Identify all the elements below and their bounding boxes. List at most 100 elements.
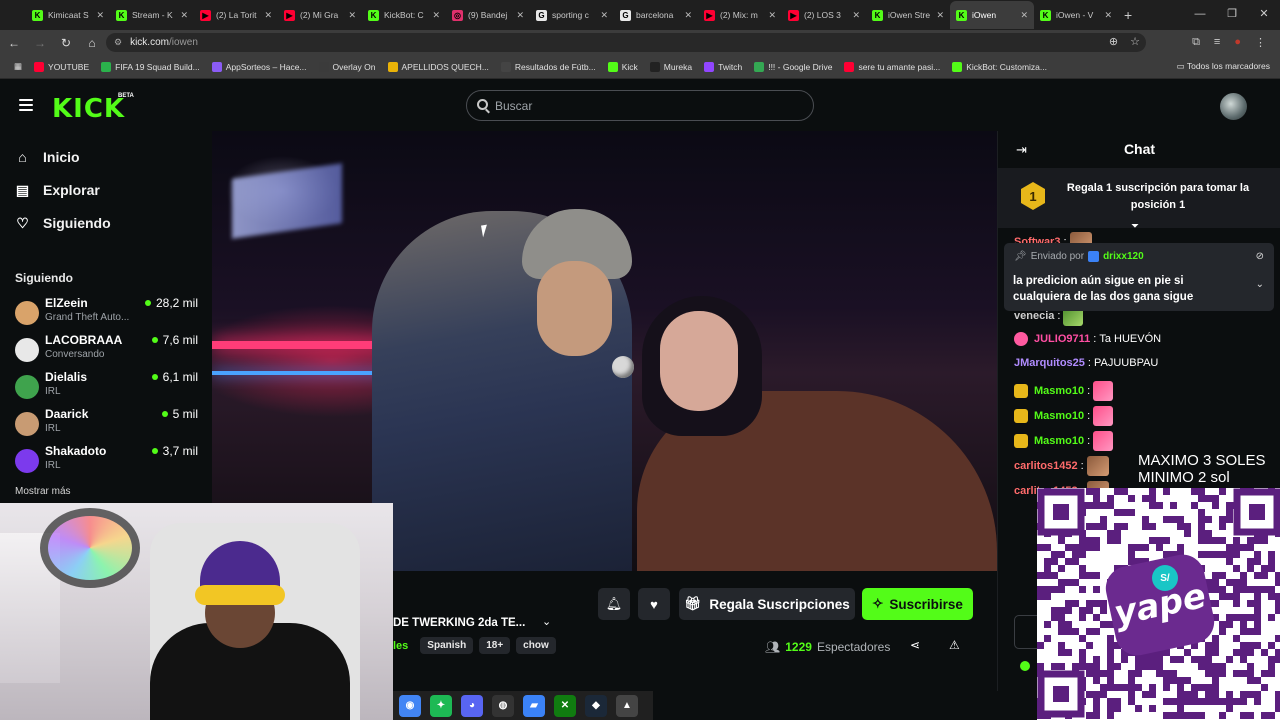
- chat-username[interactable]: Masmo10: [1034, 385, 1084, 397]
- close-tab-icon[interactable]: ✕: [180, 10, 188, 21]
- chat-username[interactable]: carlitos1452: [1014, 460, 1078, 472]
- share-icon[interactable]: ⋖: [910, 638, 920, 652]
- chat-username[interactable]: venecia: [1014, 310, 1054, 322]
- bookmark-item[interactable]: FIFA 19 Squad Build...: [95, 61, 206, 72]
- close-tab-icon[interactable]: ✕: [936, 10, 944, 21]
- search-input[interactable]: Buscar: [466, 90, 814, 121]
- following-channel[interactable]: Shakadoto IRL 3,7 mil: [15, 444, 200, 478]
- tag[interactable]: chow: [516, 637, 556, 654]
- reload-icon[interactable]: ↻: [54, 36, 78, 50]
- minimize-icon[interactable]: —: [1184, 0, 1216, 30]
- obs-icon[interactable]: ◍: [492, 694, 514, 717]
- apps-icon[interactable]: ▦: [8, 61, 28, 72]
- chat-username[interactable]: Masmo10: [1034, 410, 1084, 422]
- close-tab-icon[interactable]: ✕: [432, 10, 440, 21]
- close-window-icon[interactable]: ✕: [1248, 0, 1280, 30]
- files-icon[interactable]: ▰: [523, 694, 545, 717]
- close-tab-icon[interactable]: ✕: [768, 10, 776, 21]
- menu-icon[interactable]: ⋮: [1255, 36, 1266, 49]
- browser-tab[interactable]: ▶ (2) LOS 3 ✕: [782, 1, 866, 29]
- hamburger-menu-icon[interactable]: [19, 99, 33, 111]
- browser-tab[interactable]: KiOwen Stre ✕: [866, 1, 950, 29]
- expand-icon[interactable]: ⏷: [1131, 221, 1139, 232]
- bookmark-item[interactable]: APELLIDOS QUECH...: [382, 61, 495, 72]
- chat-username[interactable]: Masmo10: [1034, 435, 1084, 447]
- close-tab-icon[interactable]: ✕: [348, 10, 356, 21]
- browser-tab[interactable]: K KickBot: C ✕: [362, 1, 446, 29]
- user-avatar[interactable]: [1220, 93, 1247, 120]
- steam-icon[interactable]: ◆: [585, 694, 607, 717]
- following-channel[interactable]: Dielalis IRL 6,1 mil: [15, 370, 200, 404]
- back-icon[interactable]: ←: [2, 36, 26, 50]
- bookmark-item[interactable]: KickBot: Customiza...: [946, 61, 1053, 72]
- chat-username[interactable]: JMarquitos25: [1014, 357, 1085, 369]
- bookmark-item[interactable]: YOUTUBE: [28, 61, 95, 72]
- discord-icon[interactable]: ◕: [461, 694, 483, 717]
- browser-tab[interactable]: Gbarcelona ✕: [614, 1, 698, 29]
- gift-subs-button[interactable]: 🎁︎ Regala Suscripciones: [679, 588, 855, 620]
- following-channel[interactable]: Daarick IRL 5 mil: [15, 407, 200, 441]
- bookmark-item[interactable]: AppSorteos – Hace...: [206, 61, 313, 72]
- url-field[interactable]: ⚙ kick.com/iowen ⊕ ☆: [106, 33, 1146, 52]
- close-tab-icon[interactable]: ✕: [96, 10, 104, 21]
- browser-tab[interactable]: K Stream - K ✕: [110, 1, 194, 29]
- bookmark-item[interactable]: Resultados de Fútb...: [495, 61, 602, 72]
- following-channel[interactable]: ElZeein Grand Theft Auto... 28,2 mil: [15, 296, 200, 330]
- browser-tab[interactable]: KiOwen ✕: [950, 1, 1034, 29]
- sidebar-item-inicio[interactable]: ⌂ Inicio: [15, 149, 79, 165]
- all-bookmarks-button[interactable]: ▭ Todos los marcadores: [1177, 61, 1270, 72]
- chevron-down-icon[interactable]: ⌄: [1256, 279, 1264, 290]
- forward-icon[interactable]: →: [28, 36, 52, 50]
- hide-pin-icon[interactable]: ⊘: [1256, 251, 1264, 262]
- site-info-icon[interactable]: ⚙: [114, 37, 122, 48]
- media-icon[interactable]: ≡: [1214, 36, 1220, 49]
- browser-tab[interactable]: KiOwen - V ✕: [1034, 1, 1118, 29]
- subscribe-button[interactable]: ✧ Suscribirse: [862, 588, 973, 620]
- browser-tab[interactable]: ◎ (9) Bandej ✕: [446, 1, 530, 29]
- close-tab-icon[interactable]: ✕: [1104, 10, 1112, 21]
- xbox-app-icon[interactable]: ✦: [430, 694, 452, 717]
- browser-tab[interactable]: K Kimicaat S ✕: [26, 1, 110, 29]
- browser-tab[interactable]: ▶ (2) Mix: m ✕: [698, 1, 782, 29]
- bookmark-item[interactable]: !!! - Google Drive: [748, 61, 838, 72]
- tag[interactable]: 18+: [479, 637, 511, 654]
- profile-icon[interactable]: ●: [1234, 36, 1241, 49]
- browser-tab[interactable]: Gsporting c ✕: [530, 1, 614, 29]
- chat-username[interactable]: JULIO9711: [1034, 333, 1090, 345]
- sidebar-item-explorar[interactable]: ▤ Explorar: [15, 182, 100, 199]
- bookmark-item[interactable]: Mureka: [644, 61, 698, 72]
- close-tab-icon[interactable]: ✕: [600, 10, 608, 21]
- browser-tab[interactable]: ▶ (2) Mi Gra ✕: [278, 1, 362, 29]
- stream-category[interactable]: les: [393, 640, 408, 652]
- sidebar-item-siguiendo[interactable]: ♡ Siguiendo: [15, 215, 110, 232]
- tag[interactable]: Spanish: [420, 637, 474, 654]
- bookmark-item[interactable]: Kick: [602, 61, 644, 72]
- chevron-down-icon[interactable]: ⌄: [542, 615, 551, 628]
- close-tab-icon[interactable]: ✕: [516, 10, 524, 21]
- bookmark-item[interactable]: sere tu amante pasi...: [838, 61, 946, 72]
- browser-tab[interactable]: ▶ (2) La Torit ✕: [194, 1, 278, 29]
- zoom-icon[interactable]: ⊕: [1109, 35, 1118, 48]
- pinned-user[interactable]: drixx120: [1103, 251, 1144, 262]
- show-more-link[interactable]: Mostrar más: [15, 486, 71, 497]
- close-tab-icon[interactable]: ✕: [852, 10, 860, 21]
- bookmark-star-icon[interactable]: ☆: [1130, 35, 1140, 48]
- xbox-icon[interactable]: ✕: [554, 694, 576, 717]
- close-tab-icon[interactable]: ✕: [1020, 10, 1028, 21]
- restore-icon[interactable]: ❐: [1216, 0, 1248, 30]
- follow-heart-button[interactable]: ♥: [638, 588, 670, 620]
- extensions-icon[interactable]: ⧉: [1192, 36, 1200, 49]
- close-tab-icon[interactable]: ✕: [264, 10, 272, 21]
- new-tab-button[interactable]: +: [1124, 7, 1132, 23]
- notify-bell-button[interactable]: 🔔︎: [598, 588, 630, 620]
- close-tab-icon[interactable]: ✕: [684, 10, 692, 21]
- report-icon[interactable]: ⚠: [949, 638, 960, 652]
- chrome-icon[interactable]: ◉: [399, 694, 421, 717]
- bookmark-item[interactable]: Twitch: [698, 61, 748, 72]
- kick-logo[interactable]: KICK: [52, 94, 125, 124]
- following-channel[interactable]: LACOBRAAA Conversando 7,6 mil: [15, 333, 200, 367]
- home-icon[interactable]: ⌂: [80, 36, 104, 50]
- gift-leaderboard-banner[interactable]: 1 Regala 1 suscripción para tomar la pos…: [998, 168, 1280, 228]
- bookmark-item[interactable]: Overlay On: [313, 61, 382, 72]
- game-icon[interactable]: ▲: [616, 694, 638, 717]
